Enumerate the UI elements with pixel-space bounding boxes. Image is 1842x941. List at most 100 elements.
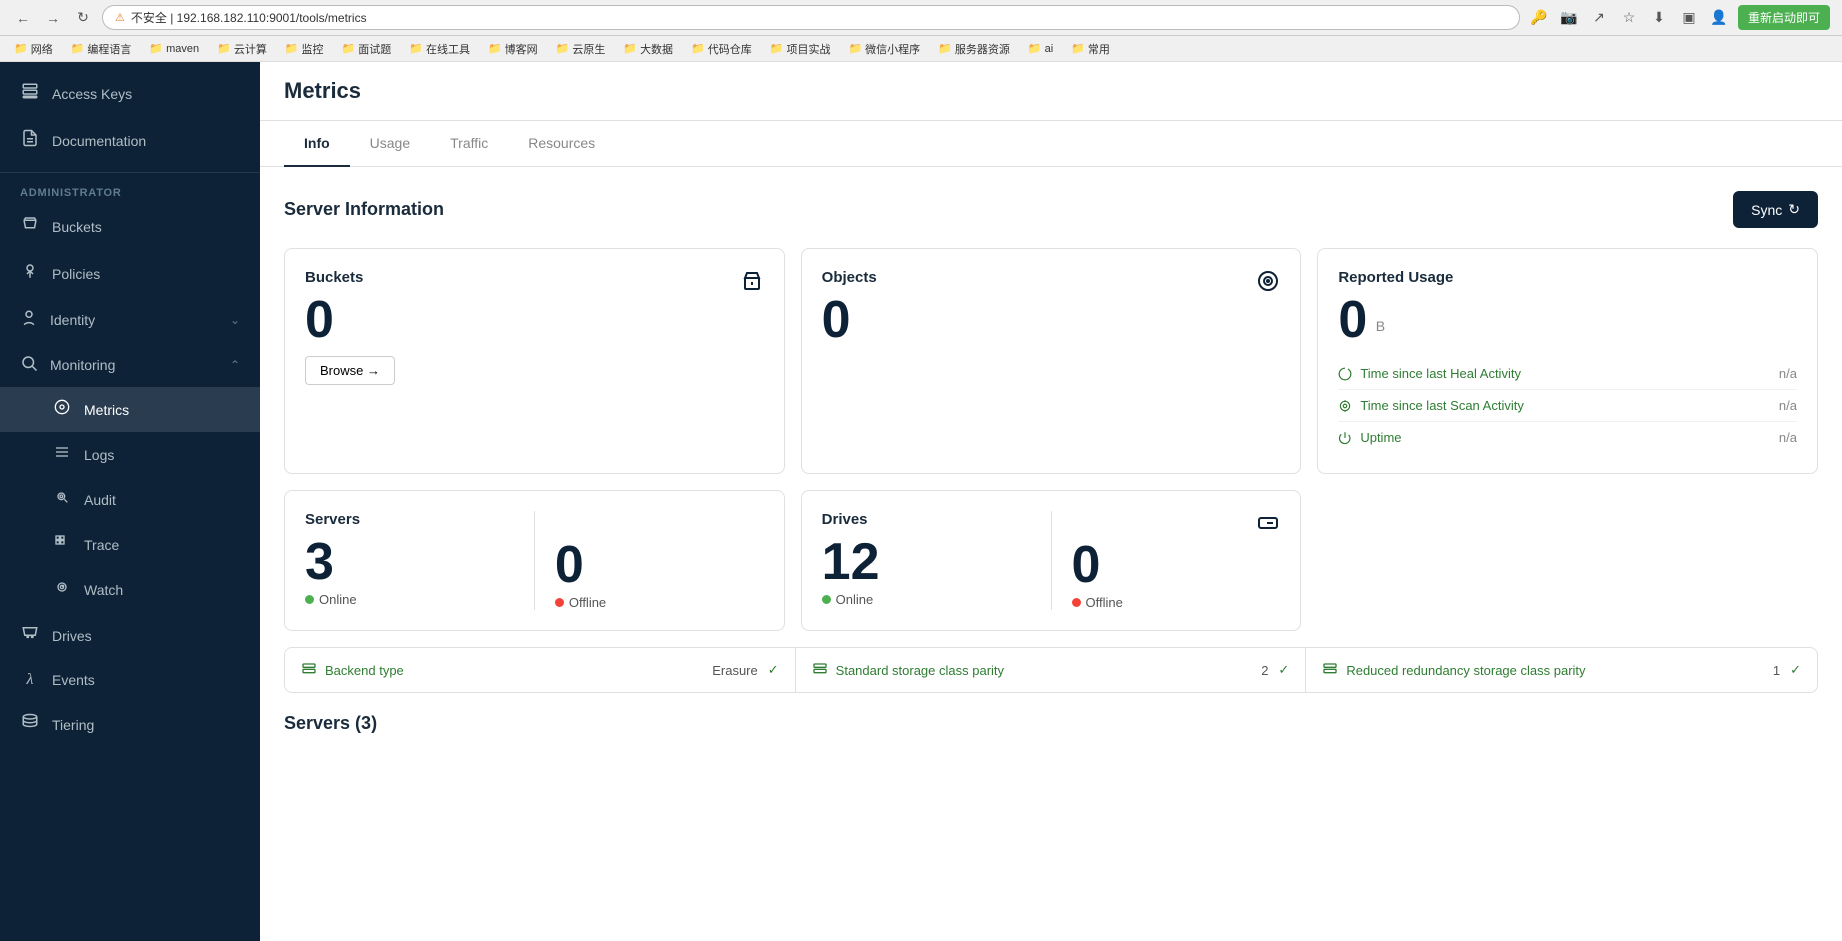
bookmark-ai[interactable]: 📁 ai	[1022, 40, 1059, 57]
reduced-parity-check: ✓	[1790, 662, 1801, 678]
browser-chrome: ← → ↻ ⚠ 不安全 | 192.168.182.110:9001/tools…	[0, 0, 1842, 36]
sidebar-label-monitoring: Monitoring	[50, 357, 115, 373]
tabs-bar: Info Usage Traffic Resources	[260, 121, 1842, 167]
bookmark-云原生[interactable]: 📁 云原生	[550, 39, 612, 59]
objects-card-title: Objects	[822, 269, 1281, 286]
stats-row-2: Servers 3 Online 0 O	[284, 490, 1818, 631]
sidebar-label-documentation: Documentation	[52, 133, 146, 149]
bookmark-面试题[interactable]: 📁 面试题	[336, 39, 398, 59]
bookmark-常用[interactable]: 📁 常用	[1065, 39, 1116, 59]
bookmark-大数据[interactable]: 📁 大数据	[617, 39, 679, 59]
sidebar-item-access-keys[interactable]: Access Keys	[0, 70, 260, 117]
drives-offline-dot	[1072, 598, 1081, 607]
forward-button[interactable]: →	[42, 7, 64, 29]
bookmark-maven[interactable]: 📁 maven	[143, 40, 205, 57]
sidebar-item-watch[interactable]: Watch	[0, 567, 260, 612]
buckets-icon	[20, 215, 40, 238]
bookmark-代码仓库[interactable]: 📁 代码仓库	[685, 39, 758, 59]
sidebar-item-logs[interactable]: Logs	[0, 432, 260, 477]
sidebar: Access Keys Documentation Administrator …	[0, 62, 260, 941]
standard-parity-check: ✓	[1278, 662, 1289, 678]
sidebar-item-identity[interactable]: Identity ⌄	[0, 297, 260, 342]
chevron-up-icon: ⌃	[230, 358, 240, 372]
info-cell-standard-parity: Standard storage class parity 2 ✓	[796, 648, 1307, 692]
profile-button[interactable]: 👤	[1708, 7, 1730, 29]
download-button[interactable]: ⬇	[1648, 7, 1670, 29]
sidebar-label-audit: Audit	[84, 492, 116, 508]
bookmark-服务器资源[interactable]: 📁 服务器资源	[932, 39, 1016, 59]
back-button[interactable]: ←	[12, 7, 34, 29]
sidebar-item-audit[interactable]: Audit	[0, 477, 260, 522]
watch-icon	[52, 579, 72, 600]
bookmark-微信小程序[interactable]: 📁 微信小程序	[842, 39, 926, 59]
bookmark-监控[interactable]: 📁 监控	[279, 39, 330, 59]
tab-resources[interactable]: Resources	[508, 121, 615, 167]
servers-card-title: Servers	[305, 511, 514, 528]
sidebar-item-tiering[interactable]: Tiering	[0, 701, 260, 748]
sidebar-item-trace[interactable]: Trace	[0, 522, 260, 567]
folder-icon: 📁	[556, 42, 570, 55]
sidebar-item-buckets[interactable]: Buckets	[0, 203, 260, 250]
servers-offline-count: 0	[555, 539, 764, 591]
servers-online-half: Servers 3 Online	[305, 511, 535, 610]
folder-icon: 📁	[1071, 42, 1085, 55]
reported-usage-value: 0	[1338, 291, 1367, 349]
main-content: Metrics Info Usage Traffic Resources Ser…	[260, 62, 1842, 941]
drives-offline-label: Offline	[1086, 595, 1123, 610]
sidebar-item-events[interactable]: λ Events	[0, 659, 260, 701]
sidebar-item-metrics[interactable]: Metrics	[0, 387, 260, 432]
events-icon: λ	[20, 671, 40, 689]
buckets-value: 0	[305, 294, 764, 346]
sync-button[interactable]: Sync ↻	[1733, 191, 1818, 228]
refresh-button[interactable]: ↻	[72, 7, 94, 29]
tiering-icon	[20, 713, 40, 736]
extensions-button[interactable]: 🔑	[1528, 7, 1550, 29]
folder-icon: 📁	[938, 42, 952, 55]
address-bar[interactable]: ⚠ 不安全 | 192.168.182.110:9001/tools/metri…	[102, 5, 1520, 30]
tab-usage[interactable]: Usage	[350, 121, 430, 167]
servers-section-title: Servers (3)	[284, 713, 1818, 734]
servers-count: 3	[305, 536, 514, 588]
drives-icon	[20, 624, 40, 647]
browse-button[interactable]: Browse →	[305, 356, 395, 385]
tab-traffic[interactable]: Traffic	[430, 121, 508, 167]
drives-card: Drives 12 Online	[801, 490, 1302, 631]
sidebar-label-identity: Identity	[50, 312, 95, 328]
bookmark-博客网[interactable]: 📁 博客网	[482, 39, 544, 59]
reduced-parity-label: Reduced redundancy storage class parity	[1346, 663, 1585, 678]
folder-icon: 📁	[770, 42, 784, 55]
restart-button[interactable]: 重新启动即可	[1738, 5, 1830, 30]
share-button[interactable]: ↗	[1588, 7, 1610, 29]
folder-icon: 📁	[71, 42, 85, 55]
sidebar-label-drives: Drives	[52, 628, 92, 644]
sidebar-section-administrator: Administrator	[0, 173, 260, 203]
sidebar-toggle-button[interactable]: ▣	[1678, 7, 1700, 29]
drives-offline-half: 0 Offline	[1052, 511, 1281, 610]
identity-icon	[20, 309, 38, 330]
uptime-value: n/a	[1779, 430, 1797, 445]
bookmark-在线工具[interactable]: 📁 在线工具	[403, 39, 476, 59]
sidebar-item-monitoring[interactable]: Monitoring ⌃	[0, 342, 260, 387]
bookmarks-bar: 📁 网络 📁 编程语言 📁 maven 📁 云计算 📁 监控 📁 面试题 📁 在…	[0, 36, 1842, 62]
bookmark-项目实战[interactable]: 📁 项目实战	[764, 39, 837, 59]
info-cell-backend: Backend type Erasure ✓	[285, 648, 796, 692]
bookmark-云计算[interactable]: 📁 云计算	[211, 39, 273, 59]
heal-activity-row: Time since last Heal Activity n/a	[1338, 358, 1797, 390]
drives-count: 12	[822, 536, 1031, 588]
servers-offline-badge: Offline	[555, 595, 764, 610]
screenshot-button[interactable]: 📷	[1558, 7, 1580, 29]
sidebar-label-access-keys: Access Keys	[52, 86, 132, 102]
sidebar-item-policies[interactable]: Policies	[0, 250, 260, 297]
trace-icon	[52, 534, 72, 555]
info-row: Backend type Erasure ✓ Standard storage …	[284, 647, 1818, 693]
sidebar-item-documentation[interactable]: Documentation	[0, 117, 260, 164]
bookmark-button[interactable]: ☆	[1618, 7, 1640, 29]
bookmark-编程语言[interactable]: 📁 编程语言	[65, 39, 138, 59]
tab-info[interactable]: Info	[284, 121, 350, 167]
sidebar-item-drives[interactable]: Drives	[0, 612, 260, 659]
servers-offline-label: Offline	[569, 595, 606, 610]
folder-icon: 📁	[342, 42, 356, 55]
bookmark-网络[interactable]: 📁 网络	[8, 39, 59, 59]
online-dot	[305, 595, 314, 604]
objects-value: 0	[822, 294, 1281, 346]
